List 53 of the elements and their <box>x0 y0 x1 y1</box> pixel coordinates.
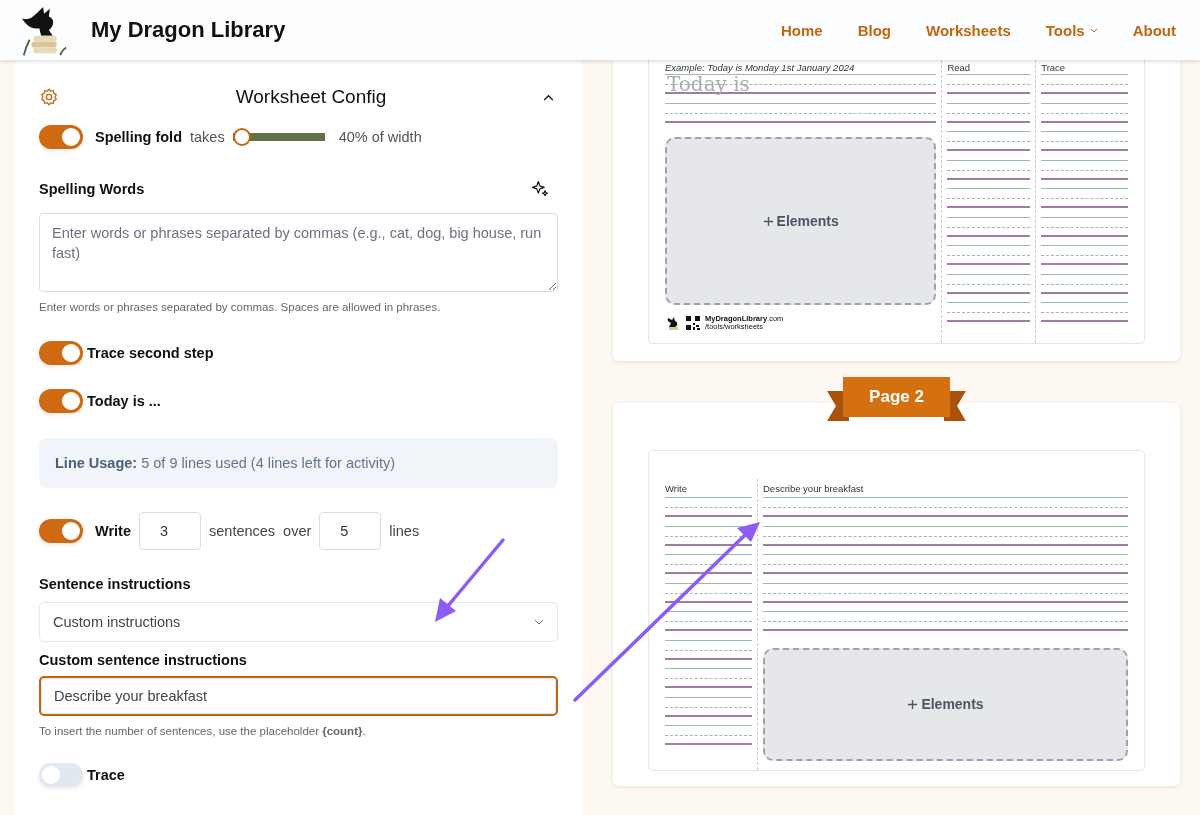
settings-icon <box>39 87 59 107</box>
toggle-label: Trace <box>87 767 125 783</box>
qr-code-icon <box>685 315 701 331</box>
field-label: over <box>283 523 312 539</box>
instructions-dropdown[interactable]: Custom instructions <box>39 602 558 642</box>
sparkle-icon[interactable] <box>530 179 550 199</box>
slider-prefix: takes <box>190 129 225 145</box>
field-label: Custom sentence instructions <box>39 652 248 668</box>
toggle-label: Today is ... <box>87 393 161 409</box>
column-heading: Describe your breakfast <box>763 483 865 495</box>
elements-placeholder[interactable]: Elements <box>763 647 1128 761</box>
caret-icon <box>1089 27 1098 33</box>
toggle-label: Write <box>95 523 131 539</box>
slider-thumb[interactable] <box>232 128 251 146</box>
nav-link[interactable]: Tools <box>1045 21 1098 39</box>
elements-label: Elements <box>921 696 984 712</box>
field-hint: To insert the number of sentences, use the placeholder {count}. <box>39 725 367 737</box>
custom-instructions-field[interactable]: Describe your breakfast <box>39 676 558 716</box>
line-count-field[interactable]: 5 <box>319 512 382 550</box>
plus-icon <box>907 698 919 710</box>
toggle-label: Trace second step <box>87 345 214 361</box>
field-label: Spelling Words <box>39 181 145 197</box>
dragon-icon <box>665 315 681 331</box>
plus-icon <box>762 215 774 227</box>
toggle-switch[interactable] <box>39 341 83 365</box>
sentence-count-field[interactable]: 3 <box>139 512 201 550</box>
toggle-switch[interactable] <box>39 763 83 787</box>
nav-link[interactable]: Home <box>781 21 823 39</box>
elements-label: Elements <box>776 213 839 229</box>
line-usage-notice: Line Usage: 5 of 9 lines used (4 lines left for activity) <box>39 438 558 488</box>
field-label: sentences <box>209 523 276 539</box>
column-heading: Read <box>947 62 972 74</box>
site-title: My Dragon Library <box>91 17 286 43</box>
column-heading: Trace <box>1041 62 1067 74</box>
spelling-words-field[interactable]: Enter words or phrases separated by commas (e.g., cat, dog, big house, run fast) <box>39 213 558 292</box>
example-text: Example: Today is Monday 1st January 2024 <box>665 62 856 74</box>
trace-text: Today is <box>667 73 750 95</box>
toggle-label: Spelling fold <box>95 129 182 145</box>
nav-link[interactable]: About <box>1132 21 1176 39</box>
nav-link[interactable]: Blog <box>857 21 891 39</box>
toggle-switch[interactable] <box>39 389 83 413</box>
toggle-switch[interactable] <box>39 519 83 543</box>
field-hint: Enter words or phrases separated by commas. Spaces are allowed in phrases. <box>39 301 442 313</box>
nav-link[interactable]: Worksheets <box>926 21 1011 39</box>
field-label: lines <box>389 523 420 539</box>
field-label: Sentence instructions <box>39 576 192 592</box>
collapse-icon[interactable] <box>543 93 554 101</box>
elements-placeholder[interactable]: Elements <box>665 137 937 305</box>
toggle-switch[interactable] <box>39 125 83 149</box>
column-heading: Write <box>665 483 688 495</box>
panel-title: Worksheet Config <box>234 86 387 108</box>
caret-icon <box>534 619 544 625</box>
slider-reading: 40% of width <box>338 129 422 145</box>
